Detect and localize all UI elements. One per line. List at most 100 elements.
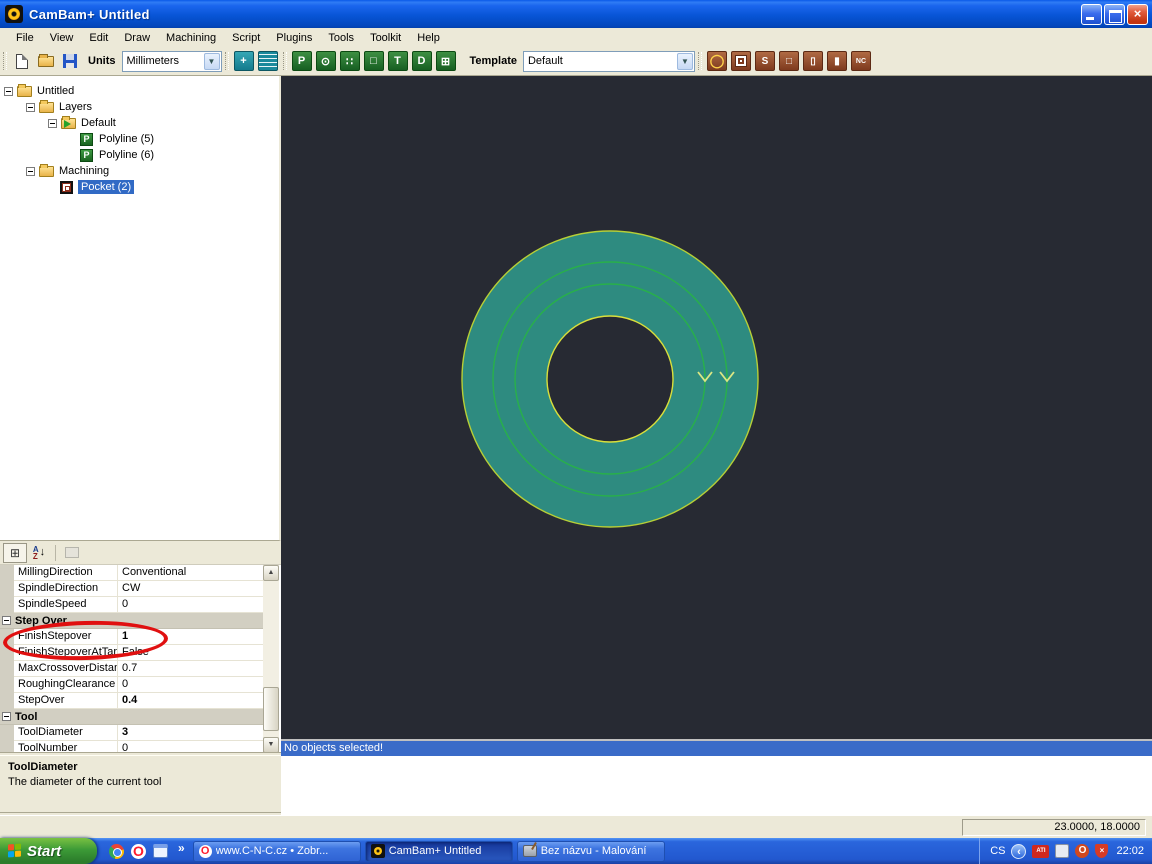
produce-gcode-button[interactable]: NC — [851, 51, 871, 71]
selected-tree-label: Pocket (2) — [78, 180, 134, 194]
toolbar-grip[interactable] — [225, 52, 229, 70]
draw-points-button[interactable]: ∷ — [340, 51, 360, 71]
menu-draw[interactable]: Draw — [116, 30, 158, 46]
tree-item-layers[interactable]: Layers — [0, 99, 279, 115]
menu-machining[interactable]: Machining — [158, 30, 224, 46]
tree-item-default-layer[interactable]: Default — [0, 115, 279, 131]
chevron-down-icon[interactable]: ▼ — [204, 53, 220, 70]
property-row-finishstepover[interactable]: FinishStepover1 — [0, 629, 263, 645]
opera-tray-icon[interactable]: O — [1075, 844, 1089, 858]
menu-plugins[interactable]: Plugins — [268, 30, 320, 46]
property-row-clipped[interactable]: ToolNumber0 — [0, 741, 263, 753]
ati-tray-icon[interactable]: ATI — [1032, 845, 1049, 858]
start-button[interactable]: Start — [0, 838, 97, 864]
drawing-canvas[interactable] — [281, 76, 1152, 739]
tray-collapse-icon[interactable]: ‹ — [1011, 844, 1026, 859]
property-row[interactable]: FinishStepoverAtTargFalse — [0, 645, 263, 661]
stock-inner-circle[interactable] — [547, 316, 673, 442]
tree-item-pocket-2[interactable]: Pocket (2) — [0, 179, 279, 195]
engrave-operation-button[interactable]: S — [755, 51, 775, 71]
units-combobox[interactable]: Millimeters ▼ — [122, 51, 222, 72]
toggle-grid-button[interactable] — [258, 51, 278, 71]
draw-polyline-button[interactable]: P — [292, 51, 312, 71]
tree-item-machining[interactable]: Machining — [0, 163, 279, 179]
scrollbar-thumb[interactable] — [263, 687, 279, 731]
property-row[interactable]: MillingDirectionConventional — [0, 565, 263, 581]
chevron-down-icon[interactable]: ▼ — [677, 53, 693, 70]
menu-file[interactable]: File — [8, 30, 42, 46]
property-row[interactable]: RoughingClearance0 — [0, 677, 263, 693]
property-row[interactable]: SpindleSpeed0 — [0, 597, 263, 613]
layer-folder-icon — [61, 118, 76, 129]
folder-icon — [39, 102, 54, 113]
property-category-stepover[interactable]: Step Over — [0, 613, 263, 629]
scroll-down-icon[interactable]: ▼ — [263, 737, 279, 753]
pocket-operation-button[interactable] — [731, 51, 751, 71]
drill-operation-button[interactable]: ▮ — [827, 51, 847, 71]
paint-icon — [523, 845, 537, 857]
categorized-view-button[interactable]: ⊞ — [3, 543, 27, 563]
toggle-axes-button[interactable]: + — [234, 51, 254, 71]
scroll-up-icon[interactable]: ▲ — [263, 565, 279, 581]
alphabetical-sort-button[interactable]: AZ ↓ — [27, 543, 51, 563]
open-file-button[interactable] — [35, 50, 57, 72]
collapse-icon[interactable] — [26, 167, 35, 176]
minimize-button[interactable] — [1081, 4, 1102, 25]
property-category-tool[interactable]: Tool — [0, 709, 263, 725]
collapse-icon[interactable] — [2, 712, 11, 721]
collapse-icon[interactable] — [48, 119, 57, 128]
draw-arc-button[interactable]: D — [412, 51, 432, 71]
toolbar-grip[interactable] — [698, 52, 702, 70]
collapse-icon[interactable] — [2, 616, 11, 625]
generate-toolpaths-button[interactable]: ◯ — [707, 51, 727, 71]
cambam-icon — [371, 844, 385, 858]
menu-tools[interactable]: Tools — [320, 30, 362, 46]
profile-operation-button[interactable]: □ — [779, 51, 799, 71]
opera-icon[interactable]: O — [131, 844, 146, 859]
scrollbar[interactable]: ▲ ▼ — [263, 565, 279, 753]
template-combobox[interactable]: Default ▼ — [523, 51, 695, 72]
menu-view[interactable]: View — [42, 30, 82, 46]
tree-item-untitled[interactable]: Untitled — [0, 83, 279, 99]
draw-surface-button[interactable]: ⊞ — [436, 51, 456, 71]
device-tray-icon[interactable] — [1055, 844, 1069, 858]
chrome-icon[interactable] — [109, 844, 124, 859]
collapse-icon[interactable] — [26, 103, 35, 112]
save-file-button[interactable] — [59, 50, 81, 72]
property-help-text: The diameter of the current tool — [8, 776, 273, 788]
app-window-icon[interactable] — [153, 844, 168, 858]
maximize-button[interactable] — [1104, 4, 1125, 25]
sort-az-icon: AZ ↓ — [33, 546, 45, 560]
draw-circle-button[interactable]: ⊙ — [316, 51, 336, 71]
draw-text-button[interactable]: T — [388, 51, 408, 71]
property-row-tooldiameter[interactable]: ToolDiameter3 — [0, 725, 263, 741]
toolbar-grip[interactable] — [3, 52, 7, 70]
lathe-operation-button[interactable]: ▯ — [803, 51, 823, 71]
clock[interactable]: 22:02 — [1116, 845, 1144, 857]
toolpath-icon: ◯ — [710, 53, 725, 69]
new-file-button[interactable] — [11, 50, 33, 72]
taskbar-button-cambam[interactable]: CamBam+ Untitled — [365, 841, 513, 862]
menu-script[interactable]: Script — [224, 30, 268, 46]
main-toolbar: Units Millimeters ▼ + P ⊙ ∷ □ T D ⊞ Temp… — [0, 47, 1152, 76]
template-label: Template — [470, 55, 517, 67]
polyline-icon: P — [80, 149, 93, 162]
taskbar-button-paint[interactable]: Bez názvu - Malování — [517, 841, 665, 862]
property-row[interactable]: MaxCrossoverDistanc0.7 — [0, 661, 263, 677]
close-button[interactable]: × — [1127, 4, 1148, 25]
menu-toolkit[interactable]: Toolkit — [362, 30, 409, 46]
tree-item-polyline-5[interactable]: P Polyline (5) — [0, 131, 279, 147]
quick-launch-more-chevron[interactable]: » — [178, 841, 185, 855]
security-alert-tray-icon[interactable]: × — [1095, 844, 1108, 858]
collapse-icon[interactable] — [4, 87, 13, 96]
property-row[interactable]: SpindleDirectionCW — [0, 581, 263, 597]
tree-item-polyline-6[interactable]: P Polyline (6) — [0, 147, 279, 163]
property-row[interactable]: StepOver0.4 — [0, 693, 263, 709]
separator — [55, 545, 56, 561]
draw-rectangle-button[interactable]: □ — [364, 51, 384, 71]
menu-edit[interactable]: Edit — [81, 30, 116, 46]
menu-help[interactable]: Help — [409, 30, 448, 46]
taskbar-button-opera[interactable]: O www.C-N-C.cz • Zobr... — [193, 841, 361, 862]
language-indicator[interactable]: CS — [990, 845, 1005, 857]
toolbar-grip[interactable] — [283, 52, 287, 70]
